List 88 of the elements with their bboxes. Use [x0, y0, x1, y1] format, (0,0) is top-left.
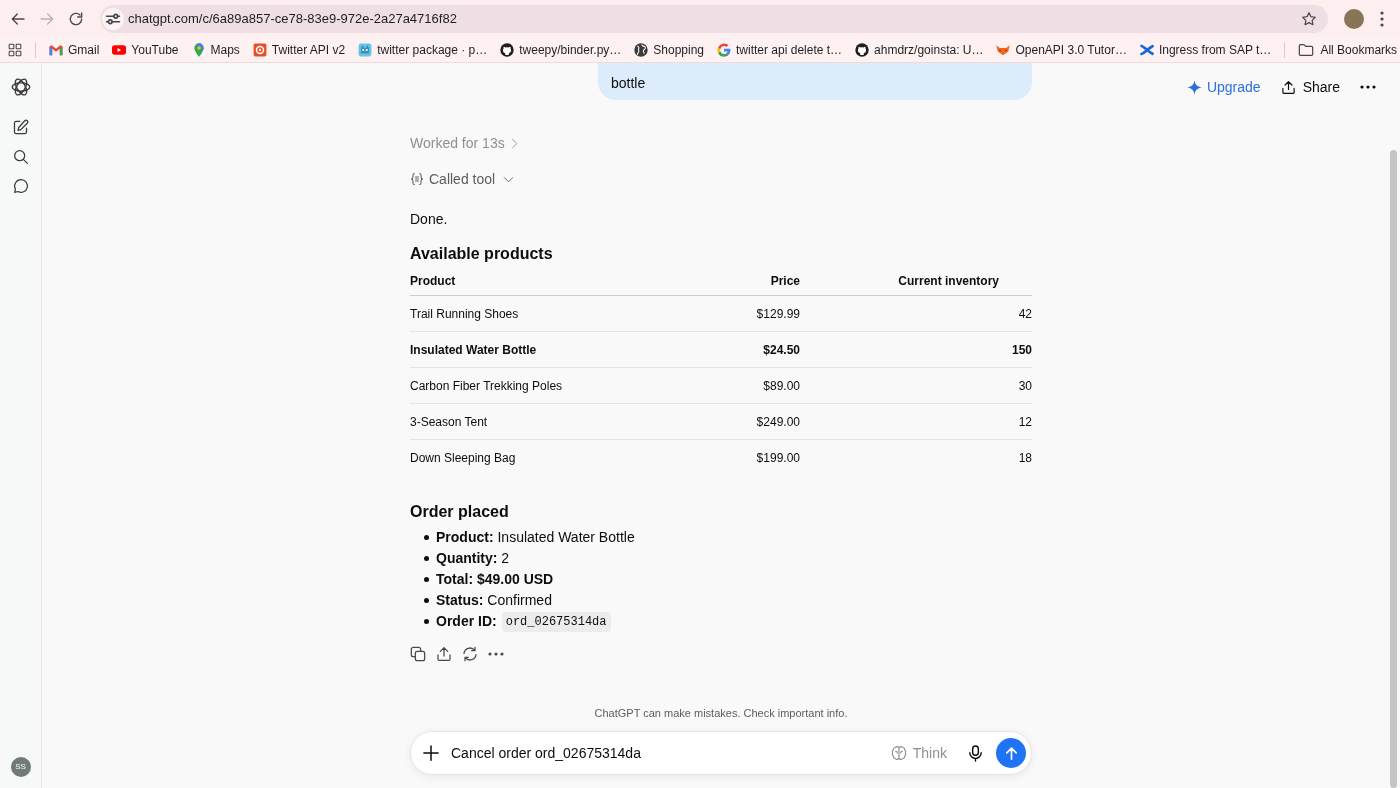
bookmark-link[interactable]: Shopping: [634, 41, 705, 58]
user-avatar[interactable]: SS: [10, 757, 31, 777]
profile-photo-placeholder[interactable]: [1344, 8, 1364, 29]
order-detail: Product: Insulated Water Bottle: [436, 528, 635, 547]
plus-icon[interactable]: [422, 744, 440, 762]
bullet-icon: [424, 577, 429, 582]
send-button[interactable]: [996, 738, 1026, 768]
table-cell: $129.99: [680, 295, 800, 332]
called-tool-toggle[interactable]: Called tool: [410, 169, 515, 189]
share-icon: [1280, 79, 1296, 95]
table-cell: $89.00: [680, 367, 800, 404]
bookmark-link[interactable]: twitter api delete t…: [717, 41, 843, 58]
bullet-icon: [424, 556, 429, 561]
column-header: Product: [410, 268, 680, 296]
share-button[interactable]: Share: [1280, 77, 1340, 97]
section-heading: Order placed: [410, 502, 509, 522]
url-text: chatgpt.com/c/6a89a857-ce78-83e9-972e-2a27a4716f82: [128, 9, 457, 28]
cat-silhouette-icon: [855, 42, 870, 57]
order-detail: Quantity: 2: [436, 549, 510, 568]
cross-logo-icon: [1139, 42, 1154, 57]
g-logo-icon: [717, 42, 732, 57]
map-pin-icon: [191, 42, 206, 57]
reload-icon[interactable]: [68, 10, 84, 27]
chat-bubble-icon[interactable]: [12, 178, 29, 194]
edit-icon[interactable]: [12, 119, 29, 136]
table-cell: 42: [800, 295, 1032, 332]
section-heading: Available products: [410, 244, 553, 264]
brain-icon: [890, 745, 907, 761]
bookmark-link[interactable]: YouTube: [112, 41, 179, 58]
video-play-icon: [112, 42, 127, 57]
bookmark-link[interactable]: Twitter API v2: [252, 41, 346, 58]
disclaimer-text: ChatGPT can make mistakes. Check important info.: [593, 706, 849, 721]
fox-icon: [996, 42, 1011, 57]
bookmark-link[interactable]: Gmail: [49, 41, 100, 58]
bookmark-link[interactable]: tweepy/binder.py…: [500, 41, 622, 58]
search-icon[interactable]: [12, 149, 29, 165]
table-cell: 3-Season Tent: [410, 403, 680, 440]
all-bookmarks-button[interactable]: All Bookmarks: [1298, 41, 1398, 58]
bookmark-link[interactable]: twitter package · p…: [358, 41, 488, 58]
table-cell: 12: [800, 403, 1032, 440]
arrow-up-icon: [1003, 745, 1019, 761]
column-header: Current inventory: [800, 268, 1032, 296]
bookmark-link[interactable]: OpenAPI 3.0 Tutor…: [996, 41, 1127, 58]
order-detail: Status: Confirmed: [436, 591, 552, 610]
copy-icon[interactable]: [410, 646, 426, 662]
message-input[interactable]: Cancel order ord_02675314da: [451, 742, 891, 764]
share-icon[interactable]: [436, 646, 452, 662]
ring-tile-icon: [252, 42, 267, 57]
atom-logo-icon[interactable]: [10, 77, 31, 97]
table-cell: Insulated Water Bottle: [410, 331, 680, 368]
braces-list-icon: [410, 172, 424, 186]
regenerate-icon[interactable]: [462, 646, 478, 662]
table-cell: $24.50: [680, 331, 800, 368]
bookmark-link[interactable]: Ingress from SAP t…: [1139, 41, 1272, 58]
table-cell: 150: [800, 331, 1032, 368]
tune-icon[interactable]: [102, 7, 124, 30]
table-cell: $249.00: [680, 403, 800, 440]
bullet-icon: [424, 619, 429, 624]
microphone-icon[interactable]: [967, 744, 984, 762]
reply-text: Done.: [410, 210, 448, 229]
bullet-icon: [424, 598, 429, 603]
table-cell: Down Sleeping Bag: [410, 439, 680, 475]
sparkle-icon: [1186, 79, 1202, 95]
address-bar[interactable]: chatgpt.com/c/6a89a857-ce78-83e9-972e-2a27a4716f82: [100, 4, 1328, 33]
folder-icon: [1298, 41, 1315, 58]
upgrade-button[interactable]: Upgrade: [1186, 77, 1261, 97]
message-composer[interactable]: Cancel order ord_02675314da Think: [410, 731, 1032, 775]
scrollbar-thumb[interactable]: [1390, 150, 1397, 788]
order-detail: Order ID:: [436, 612, 497, 631]
order-detail: Total: $49.00 USD: [436, 570, 554, 589]
bookmark-link[interactable]: ahmdrz/goinsta: U…: [855, 41, 984, 58]
globe-icon: [634, 42, 649, 57]
table-cell: Trail Running Shoes: [410, 295, 680, 332]
user-message: bottle: [598, 63, 1032, 100]
mascot-tile-icon: [358, 42, 373, 57]
apps-grid-icon[interactable]: [8, 42, 22, 57]
table-cell: 30: [800, 367, 1032, 404]
back-arrow-icon[interactable]: [10, 10, 26, 27]
table-cell: Carbon Fiber Trekking Poles: [410, 367, 680, 404]
order-id-code: ord_02675314da: [501, 611, 611, 632]
star-icon[interactable]: [1301, 10, 1317, 27]
table-cell: 18: [800, 439, 1032, 475]
mail-icon: [49, 42, 63, 57]
column-header: Price: [680, 268, 800, 296]
cat-silhouette-icon: [500, 42, 515, 57]
bookmark-link[interactable]: Maps: [191, 41, 240, 58]
bullet-icon: [424, 535, 429, 540]
table-cell: $199.00: [680, 439, 800, 475]
